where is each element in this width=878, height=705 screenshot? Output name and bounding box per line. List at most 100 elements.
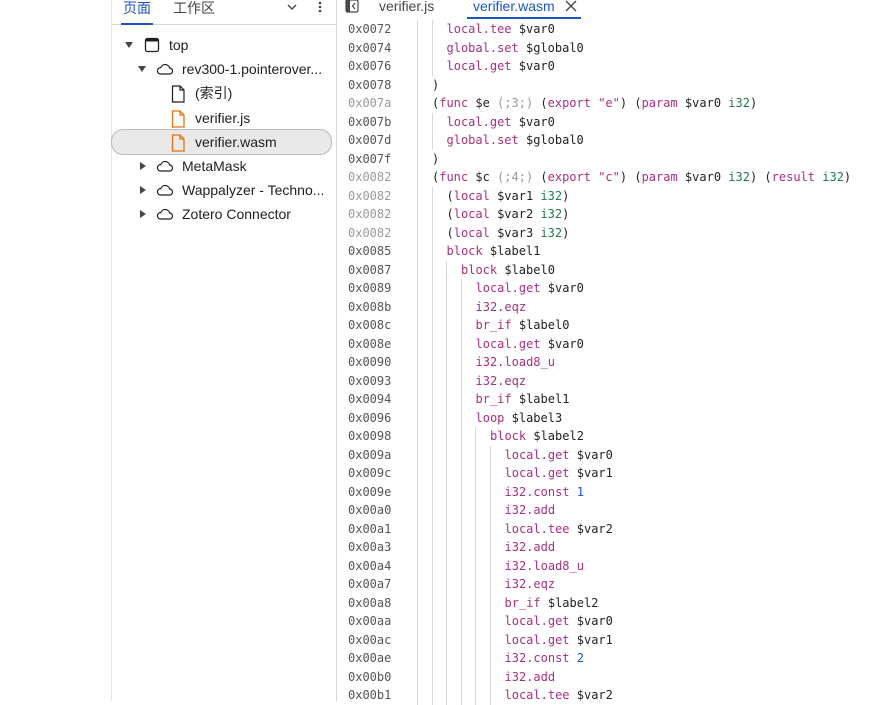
line-address: 0x007d [348, 133, 392, 147]
code-line[interactable]: 0x00b0 i32.add [337, 667, 878, 686]
code-line[interactable]: 0x008c br_if $label0 [337, 316, 878, 335]
code-line[interactable]: 0x00b1 local.tee $var2 [337, 686, 878, 705]
expanded-triangle-icon[interactable] [137, 64, 147, 74]
code-line[interactable]: 0x007d global.set $global0 [337, 131, 878, 150]
code-line[interactable]: 0x0093 i32.eqz [337, 371, 878, 390]
code-token: "e" [590, 96, 620, 110]
code-line[interactable]: 0x009e i32.const 1 [337, 482, 878, 501]
code-line[interactable]: 0x0082 (local $var1 i32) [337, 186, 878, 206]
line-code: local.get $var0 [447, 113, 555, 132]
indent-guide [446, 519, 447, 538]
line-code: (local $var1 i32) [447, 187, 570, 206]
code-line[interactable]: 0x0090 i32.load8_u [337, 353, 878, 372]
indent-guide [417, 186, 418, 205]
tree-item-wappalyzer[interactable]: Wappalyzer - Techno... [111, 178, 333, 202]
tree-item-verifier-js[interactable]: verifier.js [111, 106, 333, 130]
code-line[interactable]: 0x00aa local.get $var0 [337, 612, 878, 631]
tree-item-label: MetaMask [182, 158, 247, 174]
code-line[interactable]: 0x0074 global.set $global0 [337, 38, 878, 58]
indent-guide [431, 38, 433, 57]
code-token: local.get [475, 281, 541, 295]
indent-guide [431, 667, 433, 686]
code-line[interactable]: 0x0094 br_if $label1 [337, 390, 878, 409]
code-token: $var0 [511, 59, 555, 73]
line-address: 0x00b1 [348, 688, 392, 702]
code-token: 2 [569, 651, 584, 665]
code-line[interactable]: 0x00a7 i32.eqz [337, 575, 878, 594]
indent-guide [460, 464, 462, 483]
code-line[interactable]: 0x0072 local.tee $var0 [337, 20, 878, 39]
code-token: ( [533, 96, 548, 110]
indent-guide [489, 482, 491, 501]
more-options-icon[interactable] [313, 0, 327, 14]
code-token: ( [446, 207, 454, 221]
code-token: param [641, 96, 678, 110]
code-line[interactable]: 0x00a8 br_if $label2 [337, 593, 878, 612]
close-tab-icon[interactable] [564, 0, 578, 13]
indent-guide [475, 649, 476, 668]
code-line[interactable]: 0x00a3 i32.add [337, 538, 878, 557]
expanded-triangle-icon[interactable] [124, 40, 134, 50]
code-token: br_if [475, 392, 512, 406]
code-line[interactable]: 0x0098 block $label2 [337, 427, 878, 446]
indent-guide [431, 371, 433, 390]
tree-item-index[interactable]: (索引) [111, 81, 333, 105]
line-code: (func $c (;4;) (export "c") (param $var0… [432, 168, 851, 187]
code-token: i32 [728, 96, 750, 110]
code-line[interactable]: 0x0076 local.get $var0 [337, 57, 878, 76]
code-token: ) [562, 207, 570, 221]
code-line[interactable]: 0x008e local.get $var0 [337, 334, 878, 353]
code-line[interactable]: 0x0082 (local $var3 i32) [337, 223, 878, 242]
code-line[interactable]: 0x00a4 i32.load8_u [337, 556, 878, 575]
code-line[interactable]: 0x00a1 local.tee $var2 [337, 519, 878, 538]
line-address: 0x0078 [348, 77, 392, 92]
code-line[interactable]: 0x00ac local.get $var1 [337, 630, 878, 649]
code-token: block [461, 262, 498, 277]
code-line[interactable]: 0x0082 (func $c (;4;) (export "c") (param… [337, 168, 878, 187]
code-line[interactable]: 0x007a (func $e (;3;) (export "e") (param… [337, 94, 878, 113]
collapsed-triangle-icon[interactable] [138, 209, 148, 219]
code-line[interactable]: 0x0078) [337, 75, 878, 94]
code-line[interactable]: 0x0096 loop $label3 [337, 408, 878, 427]
toggle-navigator-icon[interactable] [345, 0, 359, 13]
tree-item-origin[interactable]: rev300-1.pointerover... [111, 57, 333, 81]
code-line[interactable]: 0x0085 block $label1 [337, 242, 878, 261]
code-line[interactable]: 0x009c local.get $var1 [337, 464, 878, 483]
tab-page[interactable]: 页面 [121, 0, 153, 25]
line-code: i32.add [505, 501, 556, 520]
code-line[interactable]: 0x0082 (local $var2 i32) [337, 205, 878, 224]
indent-guide [446, 445, 447, 464]
indent-guide [431, 464, 433, 483]
tree-item-zotero[interactable]: Zotero Connector [111, 202, 333, 226]
indent-guide [417, 279, 418, 298]
indent-guide [446, 334, 447, 353]
tree-item-top[interactable]: top [111, 33, 333, 57]
indent-guide [417, 464, 418, 483]
indent-guide [460, 612, 462, 631]
code-line[interactable]: 0x0089 local.get $var0 [337, 279, 878, 298]
collapsed-triangle-icon[interactable] [138, 185, 148, 195]
code-line[interactable]: 0x00ae i32.const 2 [337, 649, 878, 668]
tree-item-verifier-wasm[interactable]: verifier.wasm [111, 129, 332, 155]
code-line[interactable]: 0x00a0 i32.add [337, 501, 878, 520]
code-line[interactable]: 0x007f) [337, 149, 878, 168]
code-line[interactable]: 0x007b local.get $var0 [337, 112, 878, 132]
line-address: 0x00a7 [348, 577, 392, 591]
tab-workspace[interactable]: 工作区 [173, 0, 215, 22]
code-line[interactable]: 0x009a local.get $var0 [337, 445, 878, 464]
line-address: 0x007b [348, 114, 392, 129]
code-line[interactable]: 0x0087 block $label0 [337, 260, 878, 279]
code-token: i32.add [504, 540, 556, 554]
code-token: $var1 [489, 188, 541, 203]
line-code: global.set $global0 [447, 39, 584, 58]
indent-guide [489, 556, 491, 575]
tree-item-metamask[interactable]: MetaMask [111, 154, 333, 178]
indent-guide [417, 575, 418, 594]
line-address: 0x0082 [348, 225, 392, 240]
tab-verifier-wasm[interactable]: verifier.wasm [467, 0, 581, 19]
line-address: 0x0074 [348, 40, 392, 55]
tab-verifier-js[interactable]: verifier.js [379, 0, 434, 16]
collapsed-triangle-icon[interactable] [138, 161, 148, 171]
code-line[interactable]: 0x008b i32.eqz [337, 297, 878, 316]
chevron-down-icon[interactable] [285, 0, 299, 14]
